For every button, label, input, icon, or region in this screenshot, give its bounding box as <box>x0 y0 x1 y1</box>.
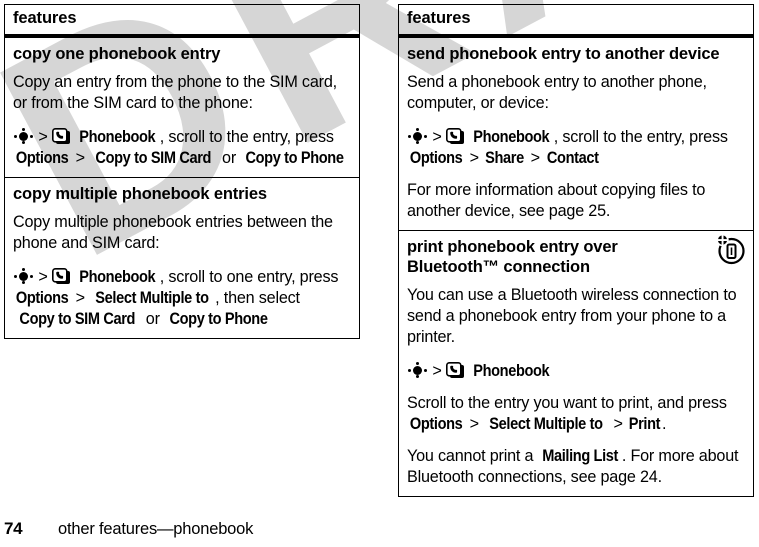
section-copy-multiple-phonebook-entries: copy multiple phonebook entries Copy mul… <box>5 178 359 338</box>
step-separator: > <box>38 128 48 146</box>
ui-reference-options: Options <box>409 149 463 167</box>
step-separator: > <box>38 268 48 286</box>
ui-reference-options: Options <box>15 149 69 167</box>
step-separator: > <box>469 415 479 433</box>
navigation-key-icon <box>407 128 428 144</box>
ui-reference-copy-to-phone: Copy to Phone <box>169 310 268 328</box>
page-footer: 74 other features—phonebook <box>0 515 759 539</box>
ui-reference-options: Options <box>409 415 463 433</box>
step-text: , scroll to one entry, press <box>159 268 339 286</box>
table-header-right: features <box>399 5 753 38</box>
ui-reference-contact: Contact <box>547 149 599 167</box>
section-step-instruction: > Phonebook, scroll to one entry, press … <box>5 262 359 338</box>
features-table-right: features send phonebook entry to another… <box>398 4 754 497</box>
right-column: features send phonebook entry to another… <box>398 4 754 497</box>
ui-reference-select-multiple-to: Select Multiple to <box>489 415 604 433</box>
breadcrumb: other features—phonebook <box>58 520 254 538</box>
step-text: or <box>141 310 165 328</box>
paragraph-text: Scroll to the entry you want to print, a… <box>407 394 727 412</box>
step-separator: > <box>530 149 540 167</box>
section-paragraph: Copy an entry from the phone to the SIM … <box>13 73 337 112</box>
ui-reference-copy-to-phone: Copy to Phone <box>245 149 344 167</box>
section-copy-one-phonebook-entry: copy one phonebook entry Copy an entry f… <box>5 38 359 178</box>
section-title: send phonebook entry to another device <box>407 45 720 63</box>
section-title-text: print phonebook entry over Bluetooth™ co… <box>407 238 618 276</box>
navigation-key-icon <box>407 362 428 378</box>
section-paragraph: Copy multiple phonebook entries between … <box>13 213 333 252</box>
step-separator: > <box>75 149 85 167</box>
ui-reference-select-multiple-to: Select Multiple to <box>95 289 210 307</box>
section-title: print phonebook entry over Bluetooth™ co… <box>399 231 753 282</box>
left-column: features copy one phonebook entry Copy a… <box>4 4 360 339</box>
ui-reference-phonebook: Phonebook <box>79 128 156 146</box>
section-paragraph-after: For more information about copying files… <box>407 181 706 220</box>
section-print-phonebook-entry-over-bluetooth: print phonebook entry over Bluetooth™ co… <box>399 231 753 496</box>
paragraph-text: . <box>661 415 667 433</box>
step-separator: > <box>432 362 442 380</box>
phonebook-icon <box>51 268 71 285</box>
ui-reference-phonebook: Phonebook <box>79 268 156 286</box>
section-paragraph: Send a phonebook entry to another phone,… <box>407 73 707 112</box>
ui-reference-copy-to-sim-card: Copy to SIM Card <box>19 310 136 328</box>
ui-reference-phonebook: Phonebook <box>473 128 550 146</box>
ui-reference-options: Options <box>15 289 69 307</box>
navigation-key-icon <box>13 128 34 144</box>
table-header-left: features <box>5 5 359 38</box>
ui-reference-print: Print <box>628 415 661 433</box>
step-text: , scroll to the entry, press <box>553 128 728 146</box>
navigation-key-icon <box>13 268 34 284</box>
section-step-instruction: > Phonebook, scroll to the entry, press … <box>5 122 359 177</box>
section-paragraph-after-b: You cannot print a Mailing List. For mor… <box>399 443 753 496</box>
bluetooth-print-phone-icon <box>713 231 747 265</box>
step-separator: > <box>469 149 479 167</box>
features-table-left: features copy one phonebook entry Copy a… <box>4 4 360 339</box>
ui-reference-copy-to-sim-card: Copy to SIM Card <box>95 149 212 167</box>
section-title: copy multiple phonebook entries <box>13 185 267 203</box>
section-paragraph: You can use a Bluetooth wireless connect… <box>407 286 737 346</box>
section-paragraph-after-a: Scroll to the entry you want to print, a… <box>399 390 753 443</box>
ui-reference-mailing-list: Mailing List <box>541 447 618 465</box>
step-separator: > <box>613 415 623 433</box>
ui-reference-share: Share <box>485 149 525 167</box>
step-separator: > <box>75 289 85 307</box>
paragraph-text: You cannot print a <box>407 447 538 465</box>
step-text: , scroll to the entry, press <box>159 128 334 146</box>
step-text: , then select <box>215 289 300 307</box>
phonebook-icon <box>51 128 71 145</box>
page-number: 74 <box>4 519 23 538</box>
ui-reference-phonebook: Phonebook <box>473 362 550 380</box>
step-text: or <box>217 149 241 167</box>
section-step-instruction: > Phonebook <box>399 356 753 390</box>
phonebook-icon <box>445 362 465 379</box>
section-title: copy one phonebook entry <box>13 45 221 63</box>
manual-page: features copy one phonebook entry Copy a… <box>0 0 759 547</box>
step-separator: > <box>432 128 442 146</box>
phonebook-icon <box>445 128 465 145</box>
section-step-instruction: > Phonebook, scroll to the entry, press … <box>399 122 753 177</box>
section-send-phonebook-entry-to-another-device: send phonebook entry to another device S… <box>399 38 753 231</box>
